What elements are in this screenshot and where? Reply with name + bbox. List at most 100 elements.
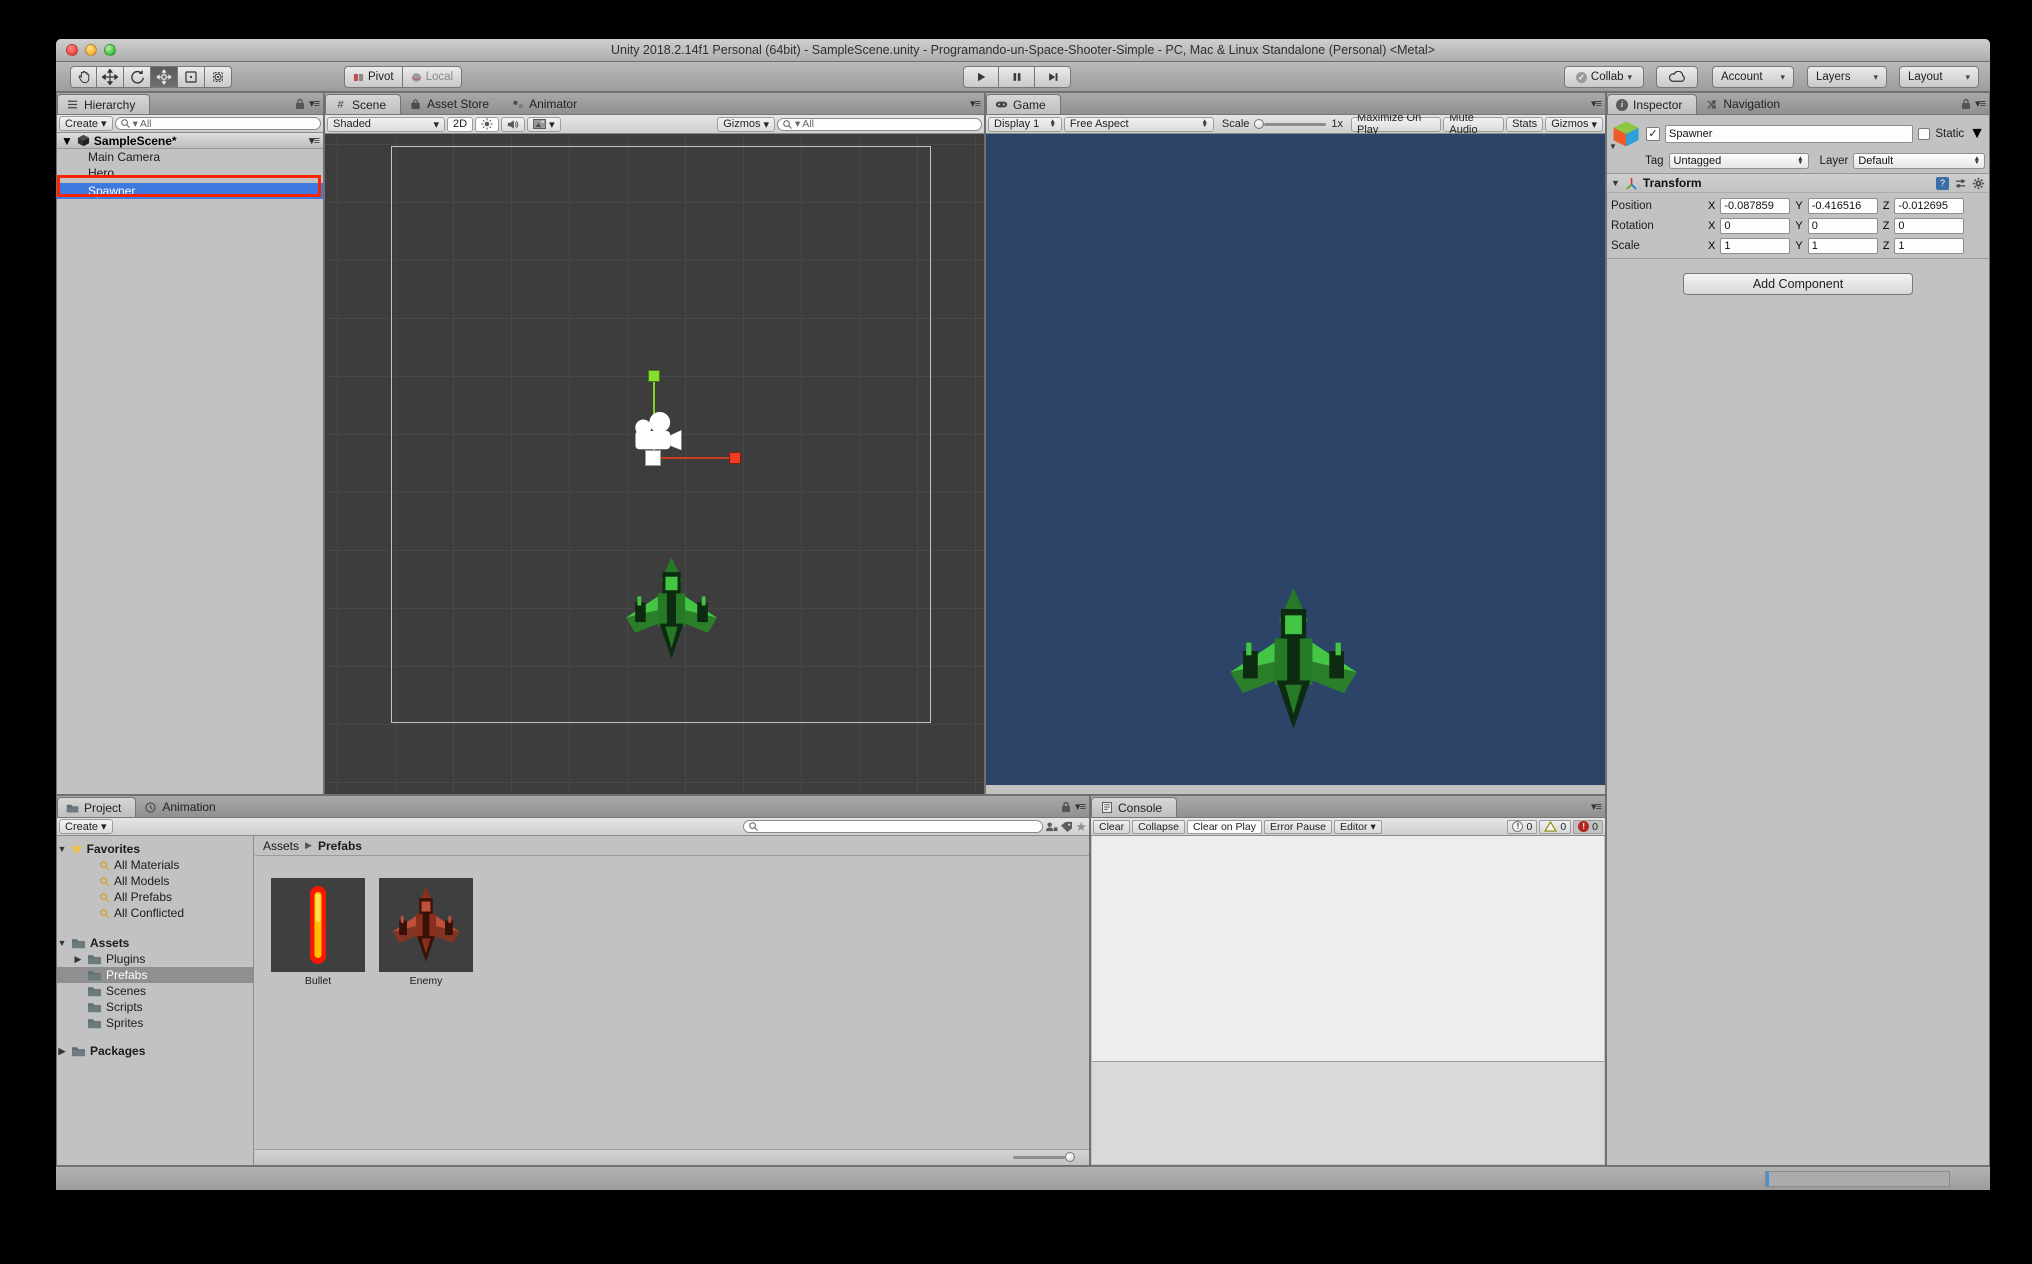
foldout-triangle-icon[interactable]: ▼ xyxy=(57,938,67,948)
tab-navigation[interactable]: Navigation xyxy=(1697,94,1794,114)
thumbnail-size-slider[interactable] xyxy=(1013,1152,1075,1162)
folder-sprites[interactable]: Sprites xyxy=(57,1015,253,1031)
toggle-2d-button[interactable]: 2D xyxy=(447,117,473,132)
foldout-triangle-icon[interactable]: ▶ xyxy=(57,1046,67,1057)
scale-z-field[interactable]: 1 xyxy=(1894,238,1964,254)
tab-hierarchy[interactable]: Hierarchy xyxy=(57,94,150,114)
tab-game[interactable]: Game xyxy=(986,94,1061,114)
transform-combined-tool-button[interactable] xyxy=(205,66,232,88)
scene-audio-button[interactable] xyxy=(501,117,525,132)
layout-dropdown[interactable]: Layout▾ xyxy=(1899,66,1979,88)
position-y-field[interactable]: -0.416516 xyxy=(1808,198,1878,214)
tag-dropdown[interactable]: Untagged▲▼ xyxy=(1669,153,1809,169)
aspect-ratio-dropdown[interactable]: Free Aspect▲▼ xyxy=(1064,117,1214,132)
game-scale-slider[interactable] xyxy=(1254,119,1326,129)
active-checkbox[interactable]: ✓ xyxy=(1646,127,1660,141)
asset-enemy[interactable]: Enemy xyxy=(379,878,473,987)
assets-root[interactable]: ▼ Assets xyxy=(57,935,253,951)
favorites-root[interactable]: ▼ ★ Favorites xyxy=(57,841,253,857)
panel-menu-icon[interactable]: ▾≡ xyxy=(1591,800,1601,813)
rotate-tool-button[interactable] xyxy=(124,66,151,88)
rotation-y-field[interactable]: 0 xyxy=(1808,218,1878,234)
gameobject-cube-icon[interactable]: ▼ xyxy=(1611,119,1641,149)
breadcrumb-assets[interactable]: Assets xyxy=(263,839,299,853)
scene-gizmos-dropdown[interactable]: Gizmos▾ xyxy=(717,117,775,132)
collab-button[interactable]: ✓ Collab▾ xyxy=(1564,66,1644,88)
tab-animation[interactable]: Animation xyxy=(136,797,229,817)
pivot-toggle-button[interactable]: Pivot xyxy=(344,66,403,88)
add-component-button[interactable]: Add Component xyxy=(1683,273,1913,295)
scene-effects-dropdown[interactable]: ▾ xyxy=(527,117,561,132)
maximize-on-play-button[interactable]: Maximize On Play xyxy=(1351,117,1441,132)
hero-ship-sprite[interactable] xyxy=(623,557,720,660)
error-pause-button[interactable]: Error Pause xyxy=(1264,820,1332,834)
gear-icon[interactable] xyxy=(1972,177,1985,190)
info-count-toggle[interactable]: ! 0 xyxy=(1507,820,1537,834)
hand-tool-button[interactable] xyxy=(70,66,97,88)
hierarchy-item-spawner[interactable]: Spawner xyxy=(57,183,323,199)
warning-count-toggle[interactable]: 0 xyxy=(1539,820,1571,834)
collapse-button[interactable]: Collapse xyxy=(1132,820,1185,834)
scene-root-row[interactable]: ▼ SampleScene* ▾≡ xyxy=(57,133,323,149)
scene-search-input[interactable]: ▾ All xyxy=(777,118,982,131)
display-dropdown[interactable]: Display 1▲▼ xyxy=(988,117,1062,132)
stats-button[interactable]: Stats xyxy=(1506,117,1543,132)
gizmo-center-handle[interactable] xyxy=(645,450,661,466)
position-x-field[interactable]: -0.087859 xyxy=(1720,198,1790,214)
panel-menu-icon[interactable]: ▾≡ xyxy=(1591,97,1601,110)
panel-menu-icon[interactable]: ▾≡ xyxy=(970,97,980,110)
folder-scenes[interactable]: Scenes xyxy=(57,983,253,999)
folder-scripts[interactable]: Scripts xyxy=(57,999,253,1015)
favorite-all-models[interactable]: All Models xyxy=(57,873,253,889)
error-count-toggle[interactable]: ! 0 xyxy=(1573,820,1603,834)
zoom-window-button[interactable] xyxy=(104,44,116,56)
favorites-star-icon[interactable]: ★ xyxy=(1075,819,1087,835)
scale-y-field[interactable]: 1 xyxy=(1808,238,1878,254)
layers-dropdown[interactable]: Layers▾ xyxy=(1807,66,1887,88)
mute-audio-button[interactable]: Mute Audio xyxy=(1443,117,1504,132)
scene-viewport[interactable] xyxy=(325,134,984,794)
foldout-triangle-icon[interactable]: ▼ xyxy=(57,844,67,854)
rect-tool-button[interactable] xyxy=(178,66,205,88)
panel-menu-icon[interactable]: ▾≡ xyxy=(309,97,319,110)
camera-gizmo-icon[interactable] xyxy=(632,410,684,452)
presets-icon[interactable] xyxy=(1954,177,1967,190)
tab-console[interactable]: Console xyxy=(1091,797,1177,817)
cloud-button[interactable] xyxy=(1656,66,1698,88)
gizmo-x-handle[interactable] xyxy=(729,452,741,464)
static-checkbox[interactable] xyxy=(1918,128,1930,140)
layer-dropdown[interactable]: Default▲▼ xyxy=(1853,153,1985,169)
foldout-triangle-icon[interactable]: ▼ xyxy=(61,134,73,148)
lock-icon[interactable] xyxy=(295,98,305,110)
scene-lighting-button[interactable] xyxy=(475,117,499,132)
panel-menu-icon[interactable]: ▾≡ xyxy=(309,134,319,147)
step-button[interactable] xyxy=(1035,66,1071,88)
search-by-type-icon[interactable] xyxy=(1045,821,1058,832)
lock-icon[interactable] xyxy=(1061,801,1071,813)
local-toggle-button[interactable]: Local xyxy=(403,66,463,88)
favorite-all-conflicted[interactable]: All Conflicted xyxy=(57,905,253,921)
console-log-list[interactable] xyxy=(1092,836,1604,1061)
tab-project[interactable]: Project xyxy=(57,797,136,817)
hierarchy-item-main-camera[interactable]: Main Camera xyxy=(57,149,323,165)
clear-on-play-button[interactable]: Clear on Play xyxy=(1187,820,1262,834)
hierarchy-item-hero[interactable]: Hero xyxy=(57,165,323,181)
favorite-all-materials[interactable]: All Materials xyxy=(57,857,253,873)
folder-prefabs[interactable]: Prefabs xyxy=(57,967,253,983)
tab-inspector[interactable]: i Inspector xyxy=(1607,94,1697,114)
tab-scene[interactable]: # Scene xyxy=(325,94,401,114)
scale-tool-button[interactable] xyxy=(151,66,178,88)
rotation-x-field[interactable]: 0 xyxy=(1720,218,1790,234)
clear-button[interactable]: Clear xyxy=(1093,820,1130,834)
shading-mode-dropdown[interactable]: Shaded▾ xyxy=(327,117,445,132)
gameobject-name-field[interactable]: Spawner xyxy=(1665,125,1913,143)
close-window-button[interactable] xyxy=(66,44,78,56)
minimize-window-button[interactable] xyxy=(85,44,97,56)
transform-component-header[interactable]: ▼ Transform ? xyxy=(1607,173,1989,193)
game-viewport[interactable] xyxy=(986,134,1605,785)
tab-asset-store[interactable]: Asset Store xyxy=(401,94,503,114)
game-gizmos-dropdown[interactable]: Gizmos▾ xyxy=(1545,117,1603,132)
search-by-label-icon[interactable] xyxy=(1060,821,1073,832)
tab-animator[interactable]: Animator xyxy=(503,94,591,114)
foldout-triangle-icon[interactable]: ▼ xyxy=(1611,178,1620,188)
